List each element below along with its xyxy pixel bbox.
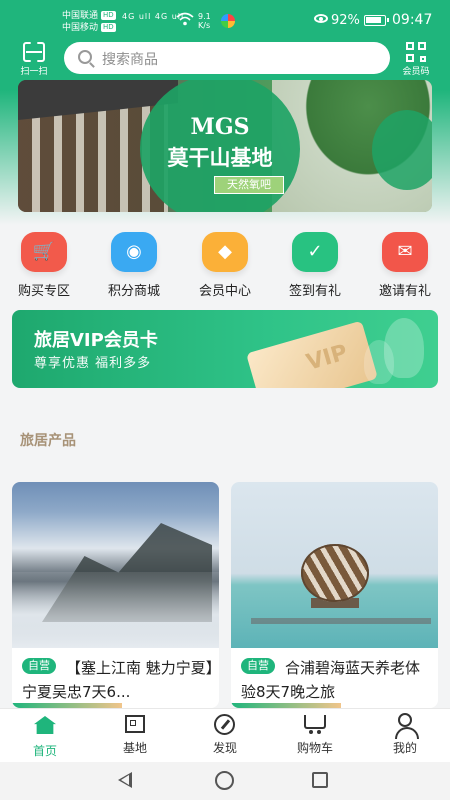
vip-card-image: VIP bbox=[246, 320, 378, 388]
quick-item-label: 积分商城 bbox=[107, 284, 160, 299]
quick-menu: 🛒 购买专区 ◉ 积分商城 ◆ 会员中心 ✓ 签到有礼 ✉ 邀请有礼 bbox=[0, 226, 450, 306]
wifi-icon bbox=[176, 12, 194, 26]
scan-icon bbox=[23, 42, 45, 62]
cart-icon: 🛒 bbox=[21, 232, 67, 272]
banner-title-1: MGS bbox=[190, 114, 250, 140]
status-time: 09:47 bbox=[392, 12, 433, 28]
quick-item-label: 签到有礼 bbox=[288, 284, 341, 299]
status-bar: 中国联通 HD 中国移动 HD 4G ull 4G ull 9.1 K/s 92% … bbox=[0, 0, 450, 42]
tab-discover[interactable]: 发现 bbox=[180, 713, 270, 756]
carrier-1: 中国联通 bbox=[62, 11, 99, 21]
scan-label: 扫一扫 bbox=[20, 67, 48, 77]
checkin-calendar-icon: ✓ bbox=[292, 232, 338, 272]
tree-decor-icon bbox=[384, 318, 424, 378]
member-diamond-icon: ◆ bbox=[202, 232, 248, 272]
quick-item-label: 购买专区 bbox=[17, 284, 70, 299]
quick-item-member[interactable]: ◆ 会员中心 bbox=[185, 232, 265, 299]
tab-base[interactable]: 基地 bbox=[90, 713, 180, 756]
building-icon bbox=[122, 713, 148, 735]
search-placeholder: 搜索商品 bbox=[102, 52, 158, 68]
product-card[interactable]: 合浦碧海蓝天养老体验8天7晚之旅 自营 bbox=[231, 482, 438, 708]
tab-label: 发现 bbox=[212, 741, 237, 755]
network-speed: 9.1 K/s bbox=[198, 12, 211, 30]
quick-item-checkin[interactable]: ✓ 签到有礼 bbox=[275, 232, 355, 299]
member-code-label: 会员码 bbox=[402, 67, 430, 77]
search-input[interactable]: 搜索商品 bbox=[64, 42, 390, 74]
signal-icon: 4G ull 4G ull bbox=[122, 12, 185, 21]
section-title: 旅居产品 bbox=[20, 433, 76, 449]
banner-tag: 天然氧吧 bbox=[214, 176, 284, 194]
tab-home[interactable]: 首页 bbox=[0, 713, 90, 759]
back-icon[interactable] bbox=[118, 772, 132, 788]
vip-card-banner[interactable]: 旅居VIP会员卡 尊享优惠 福利多多 VIP bbox=[12, 310, 438, 388]
tab-label: 基地 bbox=[122, 741, 147, 755]
points-icon: ◉ bbox=[111, 232, 157, 272]
battery-icon bbox=[364, 15, 389, 26]
banner-carousel[interactable]: MGS 莫干山基地 天然氧吧 bbox=[18, 80, 432, 212]
battery-percent: 92% bbox=[331, 13, 360, 28]
carrier-info: 中国联通 HD 中国移动 HD bbox=[62, 10, 116, 34]
hd-badge: HD bbox=[101, 23, 116, 32]
compass-icon bbox=[212, 713, 238, 735]
quick-item-label: 邀请有礼 bbox=[378, 284, 431, 299]
home-circle-icon[interactable] bbox=[215, 771, 234, 790]
vip-title: 旅居VIP会员卡 bbox=[34, 330, 158, 351]
system-nav-bar bbox=[0, 762, 450, 800]
member-code-button[interactable]: 会员码 bbox=[398, 42, 434, 77]
banner-title-2: 莫干山基地 bbox=[167, 145, 273, 170]
home-icon bbox=[32, 716, 58, 738]
self-operated-badge: 自营 bbox=[22, 658, 56, 674]
hd-badge: HD bbox=[101, 11, 116, 20]
search-icon bbox=[78, 50, 92, 64]
eye-comfort-icon bbox=[314, 14, 328, 23]
tab-label: 购物车 bbox=[296, 741, 333, 755]
quick-item-label: 会员中心 bbox=[198, 284, 251, 299]
tab-cart[interactable]: 购物车 bbox=[270, 713, 360, 756]
header: 中国联通 HD 中国移动 HD 4G ull 4G ull 9.1 K/s 92% … bbox=[0, 0, 450, 90]
tab-label: 首页 bbox=[32, 744, 57, 758]
product-card[interactable]: 【塞上江南 魅力宁夏】宁夏吴忠7天6... 自营 bbox=[12, 482, 219, 708]
quick-item-points[interactable]: ◉ 积分商城 bbox=[94, 232, 174, 299]
scan-button[interactable]: 扫一扫 bbox=[14, 42, 54, 77]
vip-subtitle: 尊享优惠 福利多多 bbox=[34, 356, 152, 371]
carrier-2: 中国移动 bbox=[62, 23, 99, 33]
self-operated-badge: 自营 bbox=[241, 658, 275, 674]
recent-apps-icon[interactable] bbox=[312, 772, 328, 788]
qr-code-icon bbox=[406, 42, 426, 62]
tab-label: 我的 bbox=[392, 741, 417, 755]
app-notification-icon bbox=[221, 14, 235, 28]
quick-item-buy[interactable]: 🛒 购买专区 bbox=[4, 232, 84, 299]
invite-gift-icon: ✉ bbox=[382, 232, 428, 272]
tab-mine[interactable]: 我的 bbox=[360, 713, 450, 756]
product-image bbox=[12, 482, 219, 648]
cart-icon bbox=[302, 713, 328, 735]
product-image bbox=[231, 482, 438, 648]
quick-item-invite[interactable]: ✉ 邀请有礼 bbox=[365, 232, 445, 299]
user-icon bbox=[392, 713, 419, 739]
bottom-tab-bar: 首页 基地 发现 购物车 我的 bbox=[0, 708, 450, 762]
